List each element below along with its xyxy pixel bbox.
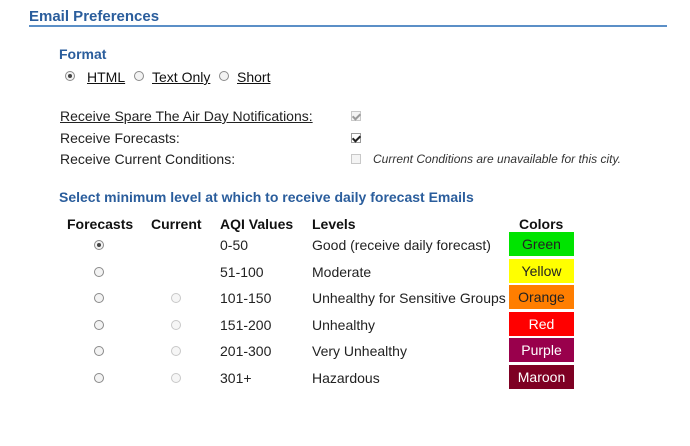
format-label-text-only[interactable]: Text Only xyxy=(152,69,210,85)
aqi-value-moderate: 51-100 xyxy=(220,264,264,280)
level-usg: Unhealthy for Sensitive Groups xyxy=(312,290,506,306)
current-conditions-checkbox[interactable] xyxy=(351,154,361,164)
aqi-value-good: 0-50 xyxy=(220,237,249,253)
forecast-radio-good[interactable] xyxy=(94,240,104,250)
levels-title: Select minimum level at which to receive… xyxy=(59,189,474,205)
current-conditions-label: Receive Current Conditions: xyxy=(60,151,236,167)
header-colors: Colors xyxy=(519,216,564,232)
level-good: Good (receive daily forecast) xyxy=(312,237,491,253)
title-divider xyxy=(29,25,667,27)
current-radio-hazardous[interactable] xyxy=(171,373,181,383)
level-moderate: Moderate xyxy=(312,264,372,280)
forecast-radio-moderate[interactable] xyxy=(94,267,104,277)
format-label-html[interactable]: HTML xyxy=(87,69,125,85)
section-title: Email Preferences xyxy=(29,8,160,25)
forecasts-label: Receive Forecasts: xyxy=(60,130,180,146)
level-unhealthy: Unhealthy xyxy=(312,317,376,333)
color-swatch-red: Red xyxy=(509,312,574,336)
format-radio-text-only[interactable] xyxy=(134,71,144,81)
current-radio-unhealthy[interactable] xyxy=(171,320,181,330)
forecast-radio-usg[interactable] xyxy=(94,293,104,303)
header-forecasts: Forecasts xyxy=(67,216,134,232)
color-swatch-maroon: Maroon xyxy=(509,365,574,389)
color-swatch-yellow: Yellow xyxy=(509,259,574,283)
forecast-radio-unhealthy[interactable] xyxy=(94,320,104,330)
spare-the-air-label[interactable]: Receive Spare The Air Day Notifications: xyxy=(60,108,313,124)
forecasts-checkbox[interactable] xyxy=(351,133,361,143)
color-swatch-orange: Orange xyxy=(509,285,574,309)
aqi-value-hazardous: 301+ xyxy=(220,370,252,386)
forecast-radio-hazardous[interactable] xyxy=(94,373,104,383)
format-label-short[interactable]: Short xyxy=(237,69,270,85)
forecast-radio-very-unhealthy[interactable] xyxy=(94,346,104,356)
aqi-value-unhealthy: 151-200 xyxy=(220,317,272,333)
current-radio-very-unhealthy[interactable] xyxy=(171,346,181,356)
spare-the-air-checkbox[interactable] xyxy=(351,111,361,121)
header-aqi-values: AQI Values xyxy=(220,216,294,232)
format-title: Format xyxy=(59,46,107,62)
format-radio-short[interactable] xyxy=(219,71,229,81)
color-swatch-purple: Purple xyxy=(509,338,574,362)
current-radio-usg[interactable] xyxy=(171,293,181,303)
level-very-unhealthy: Very Unhealthy xyxy=(312,343,407,359)
current-conditions-note: Current Conditions are unavailable for t… xyxy=(373,152,621,166)
level-hazardous: Hazardous xyxy=(312,370,380,386)
aqi-value-usg: 101-150 xyxy=(220,290,272,306)
header-levels: Levels xyxy=(312,216,356,232)
color-swatch-green: Green xyxy=(509,232,574,256)
aqi-value-very-unhealthy: 201-300 xyxy=(220,343,272,359)
format-radio-html[interactable] xyxy=(65,71,75,81)
header-current: Current xyxy=(151,216,202,232)
